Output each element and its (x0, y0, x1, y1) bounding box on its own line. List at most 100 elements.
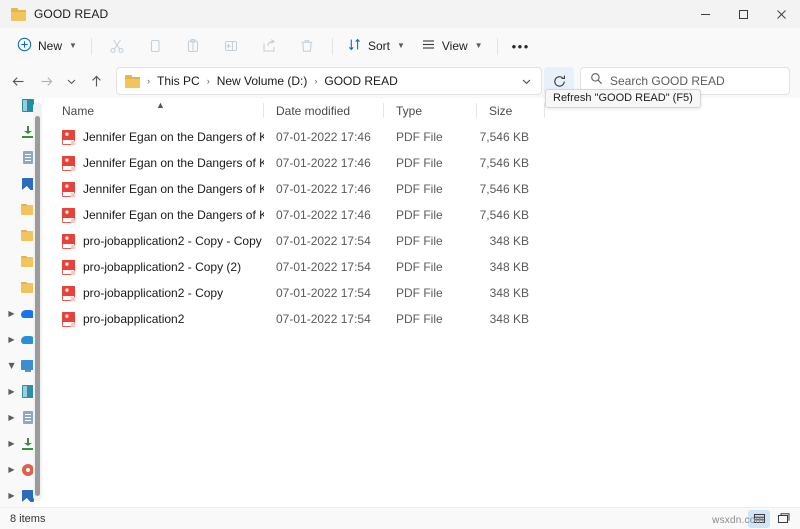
ellipsis-icon: ••• (511, 38, 530, 54)
pdf-file-icon: ■ (62, 259, 75, 275)
view-button[interactable]: View ▼ (413, 32, 491, 60)
file-name-label: Jennifer Egan on the Dangers of Knowing.… (83, 208, 264, 222)
toolbar-separator (90, 37, 92, 55)
column-header-date-label: Date modified (276, 104, 351, 118)
table-row[interactable]: ■ Jennifer Egan on the Dangers of Knowing… (50, 176, 800, 202)
breadcrumb-item-good-read[interactable]: GOOD READ (320, 72, 401, 90)
navigation-pane[interactable]: ▶▶▶▶▶▶▶▶▶▶▶▶▶▶▶▶▶▶▶ (0, 98, 50, 507)
table-row[interactable]: ■ Jennifer Egan on the Dangers of Knowing… (50, 202, 800, 228)
cell-type: PDF File (396, 260, 443, 274)
cell-type: PDF File (396, 286, 443, 300)
pdf-file-icon: ■ (62, 129, 75, 145)
share-button[interactable] (250, 32, 288, 60)
column-header-date-modified[interactable]: Date modified (264, 98, 384, 124)
title-bar-left: GOOD READ (0, 7, 108, 21)
cell-size: 348 KB (489, 286, 529, 300)
table-row[interactable]: ■ pro-jobapplication2 - Copy 07-01-2022 17… (50, 280, 800, 306)
cell-name: ■ Jennifer Egan on the Dangers of Knowing… (50, 129, 264, 145)
sort-arrows-icon (347, 37, 362, 55)
chevron-down-icon: ▼ (69, 41, 77, 50)
cell-name: ■ Jennifer Egan on the Dangers of Knowing… (50, 155, 264, 171)
back-button[interactable] (4, 67, 32, 95)
search-icon (590, 72, 603, 90)
chevron-right-icon[interactable]: ▶ (6, 310, 17, 318)
window-title: GOOD READ (34, 7, 109, 21)
table-row[interactable]: ■ pro-jobapplication2 07-01-2022 17:54 PDF … (50, 306, 800, 332)
copy-button[interactable] (136, 32, 174, 60)
address-dropdown-button[interactable] (515, 69, 537, 93)
breadcrumb-item-new-volume[interactable]: New Volume (D:) (213, 72, 312, 90)
up-button[interactable] (82, 67, 110, 95)
close-icon[interactable] (762, 0, 800, 28)
maximize-icon[interactable] (724, 0, 762, 28)
pdf-file-icon: ■ (62, 233, 75, 249)
chevron-right-icon[interactable]: ▶ (6, 492, 17, 500)
recent-locations-button[interactable] (60, 67, 82, 95)
sort-button[interactable]: Sort ▼ (339, 32, 413, 60)
chevron-down-icon[interactable]: ▶ (8, 361, 17, 372)
navigation-scrollbar-thumb[interactable] (35, 116, 40, 496)
pdf-file-icon: ■ (62, 155, 75, 171)
chevron-right-icon[interactable]: ▶ (6, 414, 17, 422)
window-controls (686, 0, 800, 28)
status-bar: 8 items wsxdn.com (0, 507, 800, 529)
table-row[interactable]: ■ Jennifer Egan on the Dangers of Knowing… (50, 124, 800, 150)
column-header-size-label: Size (489, 104, 513, 118)
breadcrumb: › This PC › New Volume (D:) › GOOD READ (144, 72, 515, 90)
pdf-file-icon: ■ (62, 311, 75, 327)
column-header-type[interactable]: Type (384, 98, 477, 124)
file-name-label: Jennifer Egan on the Dangers of Knowing.… (83, 130, 264, 144)
see-more-button[interactable]: ••• (504, 32, 538, 60)
file-explorer-window: GOOD READ New ▼ Sort ▼ View ▼ ••• › This… (0, 0, 800, 529)
chevron-right-icon[interactable]: ▶ (6, 336, 17, 344)
delete-button[interactable] (288, 32, 326, 60)
paste-button[interactable] (174, 32, 212, 60)
cell-name: ■ Jennifer Egan on the Dangers of Knowing… (50, 207, 264, 223)
thumbnail-view-button[interactable] (772, 510, 794, 528)
search-input[interactable]: Search GOOD READ (610, 74, 725, 88)
cell-size: 7,546 KB (479, 156, 529, 170)
column-header-name[interactable]: Name ▲ (50, 98, 264, 124)
cell-date-modified: 07-01-2022 17:46 (276, 208, 371, 222)
chevron-right-icon[interactable]: ▶ (6, 388, 17, 396)
breadcrumb-separator: › (206, 76, 210, 86)
cell-name: ■ pro-jobapplication2 - Copy (2) (50, 259, 264, 275)
table-row[interactable]: ■ pro-jobapplication2 - Copy - Copy 07-01-… (50, 228, 800, 254)
folder-icon (125, 74, 140, 88)
title-bar: GOOD READ (0, 0, 800, 28)
chevron-right-icon[interactable]: ▶ (6, 466, 17, 474)
cell-size: 348 KB (489, 312, 529, 326)
table-row[interactable]: ■ Jennifer Egan on the Dangers of Knowing… (50, 150, 800, 176)
breadcrumb-separator: › (314, 76, 318, 86)
folder-icon (11, 7, 26, 21)
cell-size: 7,546 KB (479, 182, 529, 196)
column-header-size[interactable]: Size (477, 98, 545, 124)
cell-date-modified: 07-01-2022 17:54 (276, 234, 371, 248)
breadcrumb-item-this-pc[interactable]: This PC (153, 72, 204, 90)
table-row[interactable]: ■ pro-jobapplication2 - Copy (2) 07-01-202… (50, 254, 800, 280)
cell-date-modified: 07-01-2022 17:54 (276, 260, 371, 274)
file-name-label: Jennifer Egan on the Dangers of Knowing.… (83, 156, 264, 170)
column-header-name-label: Name (62, 104, 95, 118)
cut-button[interactable] (98, 32, 136, 60)
cell-size: 348 KB (489, 234, 529, 248)
minimize-icon[interactable] (686, 0, 724, 28)
explorer-body: ▶▶▶▶▶▶▶▶▶▶▶▶▶▶▶▶▶▶▶ Name ▲ Date modified… (0, 98, 800, 507)
toolbar-separator (331, 37, 333, 55)
chevron-right-icon[interactable]: ▶ (6, 440, 17, 448)
rename-button[interactable] (212, 32, 250, 60)
pdf-file-icon: ■ (62, 285, 75, 301)
new-button-label: New (38, 39, 63, 53)
new-button[interactable]: New ▼ (9, 32, 85, 60)
address-bar[interactable]: › This PC › New Volume (D:) › GOOD READ (116, 67, 542, 95)
file-list-pane: Name ▲ Date modified Type Size ■Jennife (50, 98, 800, 507)
cell-date-modified: 07-01-2022 17:46 (276, 182, 371, 196)
toolbar-separator (496, 37, 498, 55)
cell-date-modified: 07-01-2022 17:54 (276, 312, 371, 326)
plus-circle-icon (17, 37, 32, 55)
command-toolbar: New ▼ Sort ▼ View ▼ ••• (0, 28, 800, 64)
breadcrumb-separator: › (147, 76, 150, 86)
sort-button-label: Sort (367, 39, 390, 53)
forward-button[interactable] (32, 67, 60, 95)
cell-type: PDF File (396, 182, 443, 196)
